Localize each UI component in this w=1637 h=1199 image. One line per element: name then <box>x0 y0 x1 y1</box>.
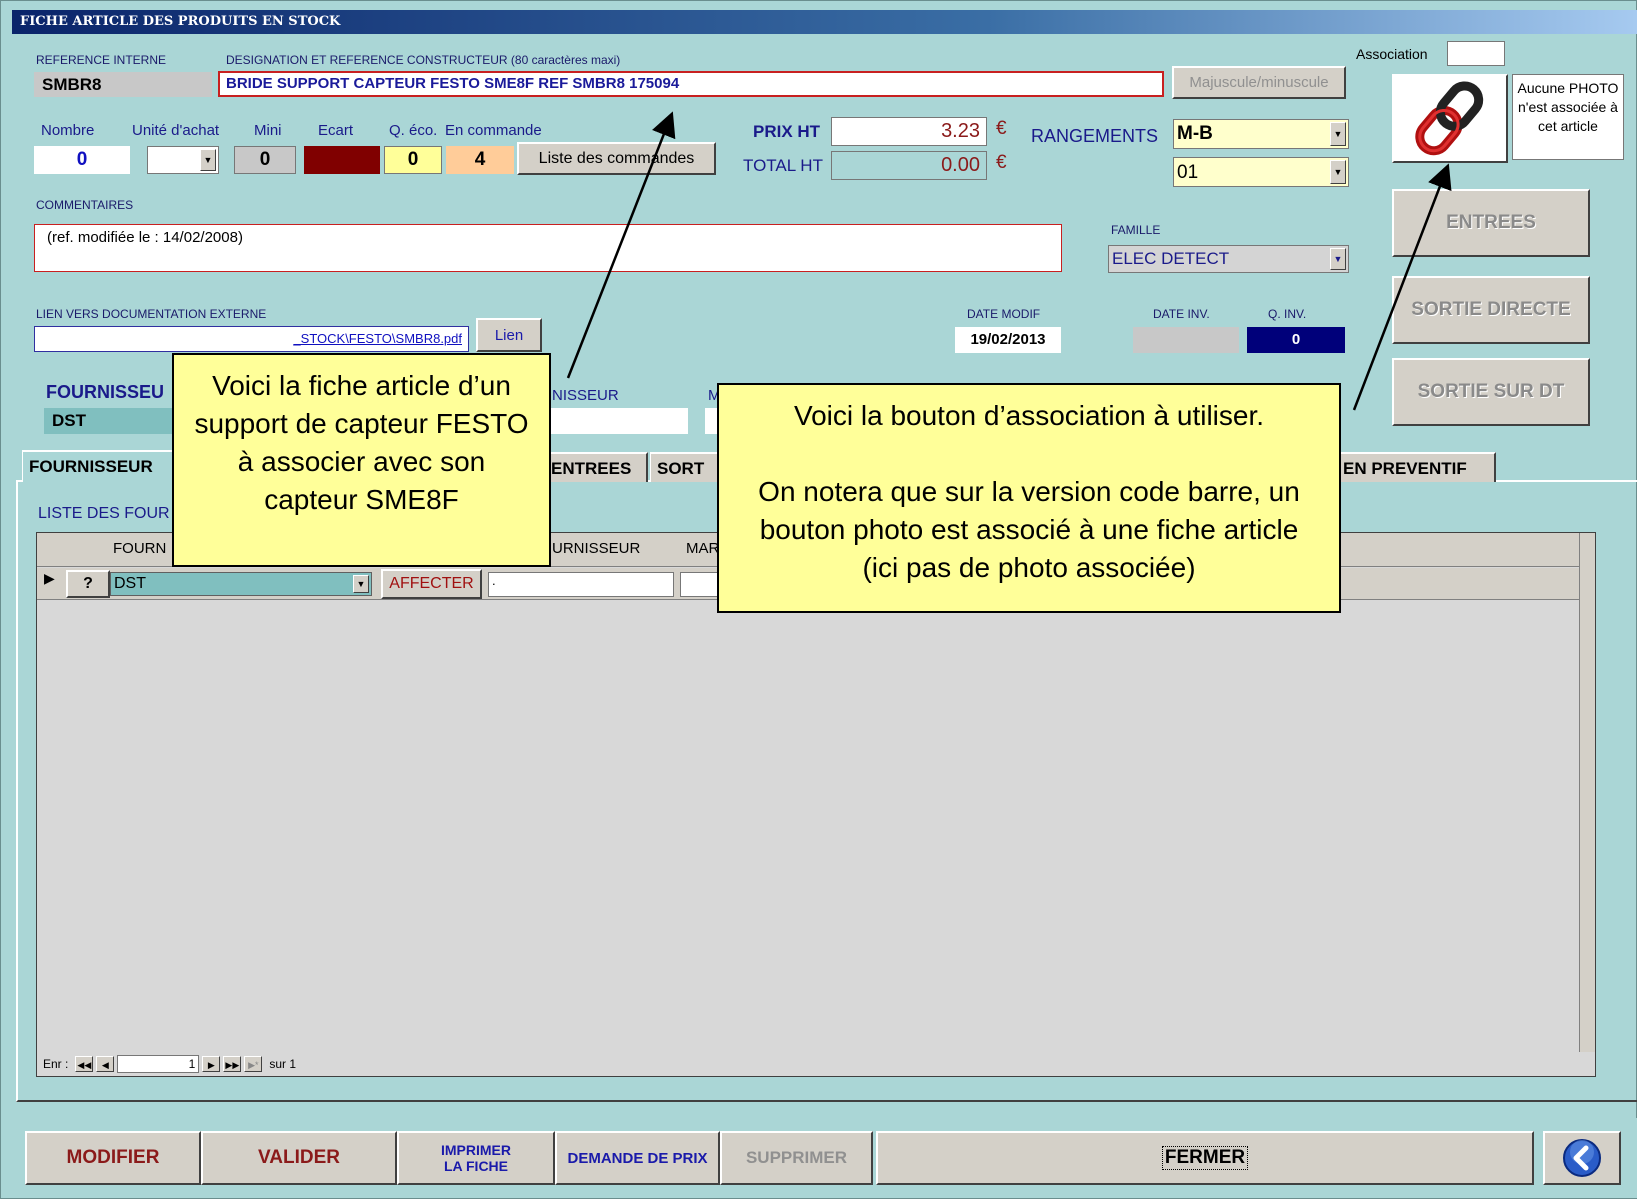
arrow-to-designation <box>566 111 676 379</box>
note-right-line2: On notera que sur la version code barre,… <box>758 476 1300 583</box>
note-left: Voici la fiche article d’un support de c… <box>172 353 551 567</box>
note-right-line1: Voici la bouton d’association à utiliser… <box>793 400 1265 431</box>
note-right: Voici la bouton d’association à utiliser… <box>717 383 1341 613</box>
arrow-to-association <box>1352 163 1452 411</box>
